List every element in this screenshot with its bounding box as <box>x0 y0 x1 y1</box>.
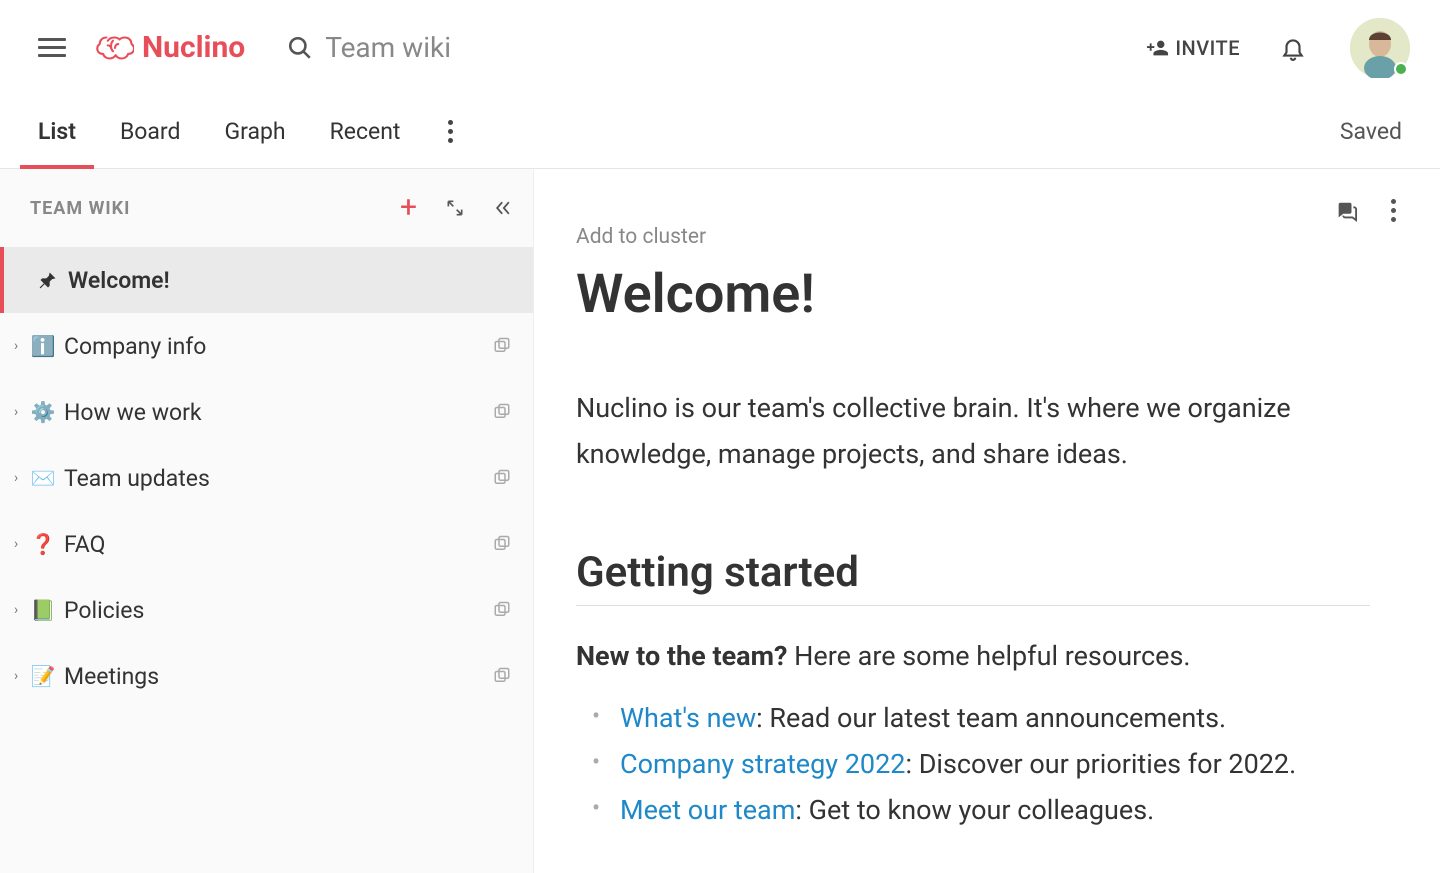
cluster-icon <box>493 601 511 619</box>
sidebar-item-faq[interactable]: › ❓ FAQ <box>0 511 533 577</box>
chevron-right-icon[interactable]: › <box>14 602 24 618</box>
notifications-button[interactable] <box>1280 35 1306 61</box>
item-emoji: ❓ <box>30 532 56 556</box>
list-item[interactable]: Meet our team: Get to know your colleagu… <box>616 788 1370 834</box>
sidebar-item-label: Company info <box>64 333 206 360</box>
add-item-button[interactable]: + <box>400 193 417 223</box>
tab-recent[interactable]: Recent <box>330 95 401 168</box>
document-title[interactable]: Welcome! <box>576 263 1370 326</box>
chevron-right-icon[interactable]: › <box>14 470 24 486</box>
chevron-right-icon[interactable]: › <box>14 404 24 420</box>
resource-link[interactable]: Meet our team <box>620 794 795 826</box>
sidebar-item-welcome-[interactable]: ›Welcome! <box>0 247 533 313</box>
search-placeholder: Team wiki <box>325 31 451 64</box>
invite-label: INVITE <box>1175 36 1240 60</box>
item-emoji: 📝 <box>30 664 56 688</box>
item-emoji: ℹ️ <box>30 334 56 358</box>
sidebar-item-team-updates[interactable]: › ✉️ Team updates <box>0 445 533 511</box>
save-status: Saved <box>1340 118 1402 145</box>
sidebar-item-policies[interactable]: › 📗 Policies <box>0 577 533 643</box>
document-intro[interactable]: Nuclino is our team's collective brain. … <box>576 386 1370 478</box>
brand-name: Nuclino <box>142 30 245 65</box>
workspace-title: TEAM WIKI <box>30 198 130 219</box>
sidebar-item-company-info[interactable]: › ℹ️ Company info <box>0 313 533 379</box>
app-header: Nuclino Team wiki INVITE <box>0 0 1440 95</box>
sidebar-tree: ›Welcome!›ℹ️Company info›⚙️How we work›✉… <box>0 247 533 873</box>
chevron-right-icon[interactable]: › <box>14 668 24 684</box>
tab-board[interactable]: Board <box>120 95 181 168</box>
section-lead[interactable]: New to the team? Here are some helpful r… <box>576 640 1370 672</box>
invite-button[interactable]: INVITE <box>1147 36 1240 60</box>
sidebar-header: TEAM WIKI + <box>0 169 533 247</box>
pin-icon <box>38 270 58 290</box>
menu-button[interactable] <box>38 34 66 62</box>
view-tabs: List Board Graph Recent Saved <box>0 95 1440 169</box>
invite-user-icon <box>1147 37 1169 59</box>
resource-link[interactable]: Company strategy 2022 <box>620 748 905 780</box>
add-to-cluster-link[interactable]: Add to cluster <box>576 225 1370 249</box>
cluster-icon <box>493 403 511 421</box>
section-lead-rest: Here are some helpful resources. <box>787 640 1190 672</box>
cluster-icon <box>493 337 511 355</box>
resource-link[interactable]: What's new <box>620 702 756 734</box>
section-heading[interactable]: Getting started <box>576 548 1370 606</box>
resource-list: What's new: Read our latest team announc… <box>576 696 1370 834</box>
presence-indicator <box>1394 62 1408 76</box>
brain-icon <box>92 32 134 64</box>
brand-logo[interactable]: Nuclino <box>92 30 245 65</box>
sidebar: TEAM WIKI + ›Welcome!›ℹ️Company info›⚙️H… <box>0 169 534 873</box>
more-views-button[interactable] <box>448 120 452 143</box>
resource-desc: : Read our latest team announcements. <box>756 702 1226 734</box>
section-lead-bold: New to the team? <box>576 640 787 672</box>
sidebar-item-label: How we work <box>64 399 202 426</box>
list-item[interactable]: Company strategy 2022: Discover our prio… <box>616 742 1370 788</box>
comments-button[interactable] <box>1335 200 1357 222</box>
search-field[interactable]: Team wiki <box>287 31 1147 64</box>
resource-desc: : Discover our priorities for 2022. <box>905 748 1296 780</box>
document-pane: Add to cluster Welcome! Nuclino is our t… <box>534 169 1440 873</box>
sidebar-item-label: Welcome! <box>68 267 170 294</box>
sidebar-item-label: Team updates <box>64 465 210 492</box>
resource-desc: : Get to know your colleagues. <box>795 794 1154 826</box>
document-toolbar <box>1335 199 1396 222</box>
sidebar-item-how-we-work[interactable]: › ⚙️ How we work <box>0 379 533 445</box>
sidebar-item-label: FAQ <box>64 531 106 558</box>
document-more-button[interactable] <box>1391 199 1396 222</box>
list-item[interactable]: What's new: Read our latest team announc… <box>616 696 1370 742</box>
item-emoji: ⚙️ <box>30 400 56 424</box>
cluster-icon <box>493 535 511 553</box>
sidebar-item-label: Meetings <box>64 663 159 690</box>
tab-list[interactable]: List <box>38 95 76 168</box>
tab-graph[interactable]: Graph <box>224 95 285 168</box>
search-icon <box>287 35 313 61</box>
expand-icon[interactable] <box>445 198 465 218</box>
user-avatar[interactable] <box>1350 18 1410 78</box>
item-emoji: ✉️ <box>30 466 56 490</box>
cluster-icon <box>493 469 511 487</box>
chevron-right-icon[interactable]: › <box>14 536 24 552</box>
chevron-right-icon[interactable]: › <box>14 338 24 354</box>
cluster-icon <box>493 667 511 685</box>
item-emoji: 📗 <box>30 598 56 622</box>
collapse-sidebar-icon[interactable] <box>493 198 513 218</box>
sidebar-item-meetings[interactable]: › 📝 Meetings <box>0 643 533 709</box>
sidebar-item-label: Policies <box>64 597 144 624</box>
